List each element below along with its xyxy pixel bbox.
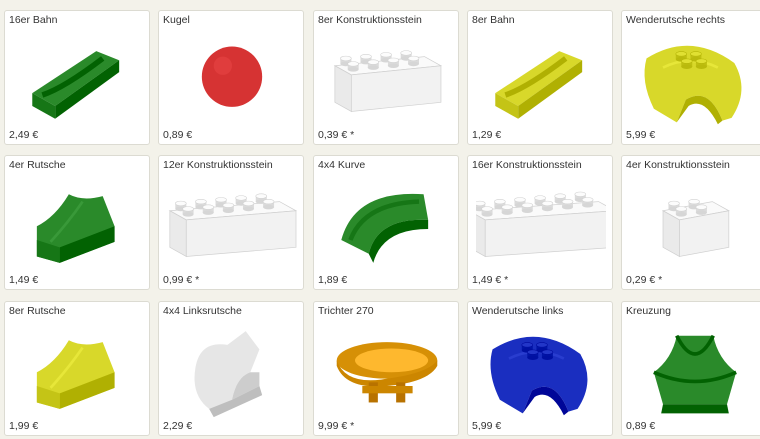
product-price: 0,89 € bbox=[626, 420, 656, 432]
product-card[interactable]: Kugel 0,89 € bbox=[158, 10, 304, 145]
turn-slide-right-icon[interactable] bbox=[630, 31, 760, 127]
track-16-icon[interactable] bbox=[13, 31, 143, 127]
product-price: 0,39 € * bbox=[318, 129, 355, 141]
product-price: 1,49 € * bbox=[472, 274, 509, 286]
product-title: 12er Konstruktionsstein bbox=[163, 159, 273, 171]
product-title: Kugel bbox=[163, 14, 190, 26]
product-card[interactable]: Trichter 270 9,99 € * bbox=[313, 301, 459, 436]
funnel-icon[interactable] bbox=[322, 322, 452, 418]
slide-4-icon[interactable] bbox=[13, 176, 143, 272]
product-title: 8er Konstruktionsstein bbox=[318, 14, 422, 26]
product-card[interactable]: Wenderutsche rechts 5,99 € bbox=[621, 10, 760, 145]
product-card[interactable]: 4x4 Kurve 1,89 € bbox=[313, 155, 459, 290]
curve-4x4-icon[interactable] bbox=[322, 176, 452, 272]
product-card[interactable]: 8er Bahn 1,29 € bbox=[467, 10, 613, 145]
product-title: 8er Bahn bbox=[472, 14, 515, 26]
crossing-icon[interactable] bbox=[630, 322, 760, 418]
product-title: Wenderutsche rechts bbox=[626, 14, 726, 26]
product-price: 1,99 € bbox=[9, 420, 39, 432]
product-card[interactable]: 8er Rutsche 1,99 € bbox=[4, 301, 150, 436]
product-title: 4er Konstruktionsstein bbox=[626, 159, 730, 171]
product-price: 0,99 € * bbox=[163, 274, 200, 286]
product-title: 4x4 Kurve bbox=[318, 159, 366, 171]
product-title: Wenderutsche links bbox=[472, 305, 564, 317]
product-card[interactable]: 4er Konstruktionsstein 0,29 € * bbox=[621, 155, 760, 290]
product-card[interactable]: 16er Konstruktionsstein 1,49 € * bbox=[467, 155, 613, 290]
product-title: Kreuzung bbox=[626, 305, 671, 317]
product-price: 2,29 € bbox=[163, 420, 193, 432]
product-price: 5,99 € bbox=[472, 420, 502, 432]
product-card[interactable]: 4er Rutsche 1,49 € bbox=[4, 155, 150, 290]
product-price: 2,49 € bbox=[9, 129, 39, 141]
product-price: 1,49 € bbox=[9, 274, 39, 286]
product-price: 0,29 € * bbox=[626, 274, 663, 286]
product-price: 1,29 € bbox=[472, 129, 502, 141]
product-price: 9,99 € * bbox=[318, 420, 355, 432]
product-price: 0,89 € bbox=[163, 129, 193, 141]
track-8-icon[interactable] bbox=[476, 31, 606, 127]
brick-8-icon[interactable] bbox=[322, 31, 452, 127]
product-title: Trichter 270 bbox=[318, 305, 374, 317]
ball-icon[interactable] bbox=[167, 31, 297, 127]
product-price: 1,89 € bbox=[318, 274, 348, 286]
product-card[interactable]: Kreuzung 0,89 € bbox=[621, 301, 760, 436]
product-price: 5,99 € bbox=[626, 129, 656, 141]
brick-16-icon[interactable] bbox=[476, 176, 606, 272]
product-card[interactable]: 12er Konstruktionsstein 0,99 € * bbox=[158, 155, 304, 290]
product-card[interactable]: Wenderutsche links 5,99 € bbox=[467, 301, 613, 436]
product-card[interactable]: 16er Bahn 2,49 € bbox=[4, 10, 150, 145]
brick-12-icon[interactable] bbox=[167, 176, 297, 272]
product-title: 4er Rutsche bbox=[9, 159, 66, 171]
product-title: 4x4 Linksrutsche bbox=[163, 305, 242, 317]
product-card[interactable]: 4x4 Linksrutsche 2,29 € bbox=[158, 301, 304, 436]
product-grid: 16er Bahn 2,49 € Kugel 0,89 € 8er Konstrukt… bbox=[0, 0, 760, 439]
product-title: 16er Konstruktionsstein bbox=[472, 159, 582, 171]
brick-4-icon[interactable] bbox=[630, 176, 760, 272]
product-card[interactable]: 8er Konstruktionsstein 0,39 € * bbox=[313, 10, 459, 145]
turn-slide-left-icon[interactable] bbox=[476, 322, 606, 418]
slide-8-icon[interactable] bbox=[13, 322, 143, 418]
product-title: 8er Rutsche bbox=[9, 305, 66, 317]
left-slide-icon[interactable] bbox=[167, 322, 297, 418]
product-title: 16er Bahn bbox=[9, 14, 58, 26]
